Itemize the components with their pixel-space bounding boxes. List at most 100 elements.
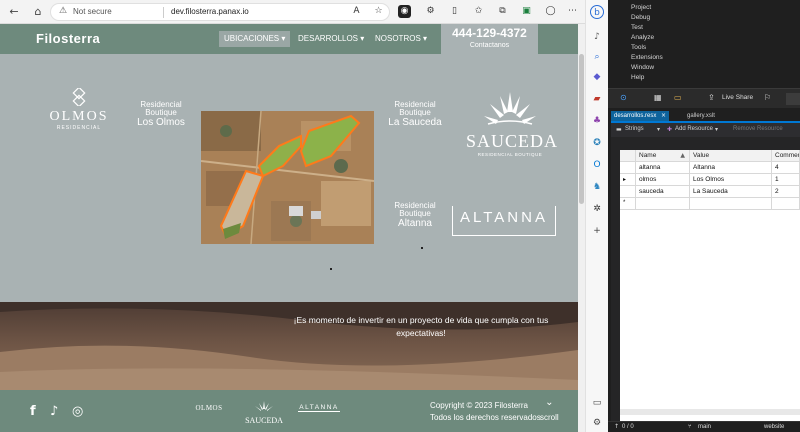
settings-icon[interactable]: ⚙ bbox=[590, 416, 604, 430]
extension-icon[interactable]: ⚙ bbox=[424, 5, 437, 18]
nav-ubicaciones[interactable]: UBICACIONES ▾ bbox=[219, 31, 291, 47]
extension-icon[interactable]: ▣ bbox=[520, 5, 533, 18]
menu-window[interactable]: Window bbox=[631, 64, 654, 71]
home-icon[interactable]: ⌂ bbox=[30, 4, 46, 20]
copilot-icon[interactable]: ✪ bbox=[590, 136, 604, 150]
cell-value[interactable]: La Sauceda bbox=[690, 186, 772, 198]
page-scrollbar[interactable] bbox=[578, 24, 585, 432]
read-aloud-icon[interactable]: A bbox=[350, 5, 363, 18]
footer-logo-olmos[interactable]: OLMOS bbox=[192, 404, 226, 412]
col-header-name[interactable]: Name ▲ bbox=[636, 150, 690, 162]
collections-icon[interactable]: ⧉ bbox=[496, 5, 509, 18]
copyright: Copyright © 2023 Filosterra Todos los de… bbox=[430, 401, 541, 423]
new-row-comment[interactable] bbox=[772, 198, 800, 210]
menu-tools[interactable]: Tools bbox=[631, 44, 646, 51]
favorite-star-icon[interactable]: ☆ bbox=[372, 5, 385, 18]
resource-grid[interactable]: Name ▲ Value Comment altanna Altanna 4 ▸… bbox=[620, 150, 800, 422]
sauceda-logo-sub: RESIDENCIAL BOUTIQUE bbox=[477, 152, 543, 157]
tiktok-icon[interactable]: ♪ bbox=[50, 404, 58, 419]
feedback-icon[interactable]: ⚐ bbox=[764, 93, 771, 102]
vs-folder-icon[interactable]: ▭ bbox=[674, 93, 682, 102]
toolbox-icon[interactable]: ▰ bbox=[590, 92, 604, 106]
error-count[interactable]: 0 / 0 bbox=[622, 422, 634, 432]
menu-help[interactable]: Help bbox=[631, 74, 644, 81]
grid-hscrollbar[interactable] bbox=[620, 409, 800, 415]
sidebar-toggle-icon[interactable]: ▭ bbox=[590, 396, 604, 410]
cell-name[interactable]: sauceda bbox=[636, 186, 690, 198]
col-header-comment[interactable]: Comment bbox=[772, 150, 800, 162]
footer-logo-altanna[interactable]: ALTANNA bbox=[298, 404, 340, 412]
back-icon[interactable]: ← bbox=[6, 4, 22, 20]
bell-icon[interactable]: ♪ bbox=[590, 30, 604, 44]
vs-layout-icon[interactable]: ▦ bbox=[654, 93, 662, 102]
cell-value[interactable]: Altanna bbox=[690, 162, 772, 174]
satellite-map[interactable] bbox=[201, 111, 374, 244]
contact-label[interactable]: Contactanos bbox=[441, 42, 538, 49]
bing-icon[interactable]: b bbox=[590, 5, 604, 19]
site-logo[interactable]: Filosterra bbox=[36, 31, 100, 46]
scroll-indicator[interactable]: ⌄ scroll bbox=[540, 397, 559, 423]
instagram-icon[interactable]: ◎ bbox=[72, 404, 83, 419]
footer-logo-sauceda[interactable]: SAUCEDA bbox=[242, 398, 286, 425]
split-screen-icon[interactable]: ▯ bbox=[448, 5, 461, 18]
cell-name[interactable]: altanna bbox=[636, 162, 690, 174]
remove-resource-button[interactable]: Remove Resource bbox=[733, 126, 783, 132]
menu-analyze[interactable]: Analyze bbox=[631, 34, 654, 41]
cell-comment[interactable]: 1 bbox=[772, 174, 800, 186]
chevron-down-icon[interactable]: ▾ bbox=[657, 126, 660, 133]
sauceda-logo[interactable]: SAUCEDA RESIDENCIAL BOUTIQUE bbox=[466, 90, 557, 160]
cell-comment[interactable]: 4 bbox=[772, 162, 800, 174]
row-selector[interactable] bbox=[620, 186, 636, 198]
new-row-marker[interactable]: * bbox=[620, 198, 636, 210]
phone-number[interactable]: 444-129-4372 bbox=[441, 26, 538, 40]
tab-desarrollos-resx[interactable]: desarrollos.resx × bbox=[611, 111, 670, 121]
menu-test[interactable]: Test bbox=[631, 24, 643, 31]
branch-name[interactable]: main bbox=[698, 422, 711, 432]
nav-nosotros[interactable]: NOSOTROS ▾ bbox=[370, 31, 432, 47]
row-selector[interactable] bbox=[620, 162, 636, 174]
dev-label-sauceda[interactable]: Residencial Boutique La Sauceda bbox=[384, 100, 446, 128]
dev-label-altanna[interactable]: Residencial Boutique Altanna bbox=[384, 201, 446, 229]
dev-label-olmos[interactable]: Residencial Boutique Los Olmos bbox=[126, 100, 196, 128]
tag-icon[interactable]: ◆ bbox=[590, 70, 604, 84]
col-header-value[interactable]: Value bbox=[690, 150, 772, 162]
cell-name[interactable]: olmos bbox=[636, 174, 690, 186]
repo-name[interactable]: website bbox=[764, 422, 784, 432]
address-bar[interactable]: ⚠ Not secure dev.filosterra.panax.io bbox=[50, 3, 390, 21]
olmos-logo[interactable]: OLMOS RESIDENCIAL bbox=[40, 88, 118, 146]
row-selector-current[interactable]: ▸ bbox=[620, 174, 636, 186]
pinwheel-icon[interactable]: ✲ bbox=[590, 202, 604, 216]
nav-desarrollos[interactable]: DESARROLLOS ▾ bbox=[293, 31, 369, 47]
close-icon[interactable]: × bbox=[661, 112, 666, 119]
cell-value[interactable]: Los Olmos bbox=[690, 174, 772, 186]
menu-extensions[interactable]: Extensions bbox=[631, 54, 663, 61]
scrollbar-thumb[interactable] bbox=[579, 54, 584, 204]
admin-badge[interactable] bbox=[786, 93, 800, 105]
facebook-icon[interactable]: f bbox=[30, 404, 36, 419]
favorites-icon[interactable]: ✩ bbox=[472, 5, 485, 18]
contact-box[interactable]: 444-129-4372 Contactanos bbox=[441, 24, 538, 56]
vs-build-icon[interactable]: ⊙ bbox=[620, 93, 627, 102]
cell-comment[interactable]: 2 bbox=[772, 186, 800, 198]
add-resource-button[interactable]: Add Resource bbox=[675, 126, 713, 132]
extension-icon[interactable]: ◉ bbox=[398, 5, 411, 18]
tab-gallery-xslt[interactable]: gallery.xslt bbox=[684, 111, 718, 121]
people-icon[interactable]: ♣ bbox=[590, 114, 604, 128]
games-icon[interactable]: ♞ bbox=[590, 180, 604, 194]
menu-debug[interactable]: Debug bbox=[631, 14, 650, 21]
search-icon[interactable]: ⌕ bbox=[590, 50, 604, 64]
new-row-value[interactable] bbox=[690, 198, 772, 210]
more-icon[interactable]: ⋯ bbox=[566, 5, 579, 18]
live-share-label[interactable]: Live Share bbox=[722, 94, 753, 101]
chevron-down-icon[interactable]: ▾ bbox=[715, 126, 718, 133]
banner-text: ¡Es momento de invertir en un proyecto d… bbox=[293, 315, 549, 339]
add-icon[interactable]: + bbox=[590, 224, 604, 238]
new-row-name[interactable] bbox=[636, 198, 690, 210]
strings-dropdown[interactable]: Strings bbox=[625, 126, 644, 132]
altanna-logo[interactable]: ALTANNA bbox=[452, 206, 556, 236]
menu-project[interactable]: Project bbox=[631, 4, 651, 11]
profile-icon[interactable]: ◯ bbox=[544, 5, 557, 18]
url-text[interactable]: dev.filosterra.panax.io bbox=[171, 7, 249, 16]
live-share-icon[interactable]: ⇪ bbox=[708, 93, 715, 102]
outlook-icon[interactable]: O bbox=[590, 158, 604, 172]
